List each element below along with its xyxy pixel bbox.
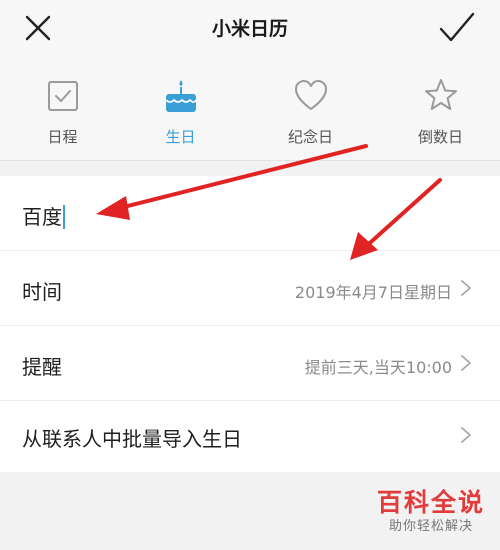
birthday-cake-icon [165,80,197,112]
chevron-right-icon [461,355,471,371]
checkbox-icon [48,81,78,111]
time-label: 时间 [22,280,62,304]
tab-schedule[interactable]: 日程 [0,56,125,160]
reminder-value: 提前三天,当天10:00 [304,358,452,377]
tab-label: 生日 [165,128,196,146]
name-input[interactable]: 百度 [22,201,65,230]
import-contacts-label: 从联系人中批量导入生日 [22,427,242,451]
chevron-right-icon [461,280,471,296]
name-input-value: 百度 [22,205,62,229]
top-bar: 小米日历 [0,0,500,56]
event-type-tabs: 日程 生日 纪念日 倒数日 [0,56,500,161]
heart-icon [295,80,327,110]
time-row[interactable]: 时间 2019年4月7日星期日 [0,251,500,326]
watermark-logo: 百科全说 助你轻松解决 [370,488,492,544]
watermark-title: 百科全说 [376,488,485,517]
tab-label: 日程 [47,128,78,146]
reminder-row[interactable]: 提醒 提前三天,当天10:00 [0,326,500,401]
star-icon [425,79,457,110]
import-contacts-row[interactable]: 从联系人中批量导入生日 [0,398,500,472]
birthday-form: 百度 时间 2019年4月7日星期日 提醒 提前三天,当天10:00 从联系人中… [0,176,500,472]
tab-anniversary[interactable]: 纪念日 [248,56,373,160]
tab-birthday[interactable]: 生日 [118,56,243,160]
page-title: 小米日历 [211,18,288,40]
watermark-subtitle: 助你轻松解决 [388,519,473,534]
time-value: 2019年4月7日星期日 [294,283,452,302]
tab-label: 倒数日 [417,128,463,146]
check-icon[interactable] [438,10,476,46]
chevron-right-icon [461,427,471,443]
reminder-label: 提醒 [22,355,62,379]
tab-label: 纪念日 [287,128,333,146]
name-input-row[interactable]: 百度 [0,176,500,251]
tab-countdown[interactable]: 倒数日 [378,56,500,160]
text-cursor [63,204,65,229]
